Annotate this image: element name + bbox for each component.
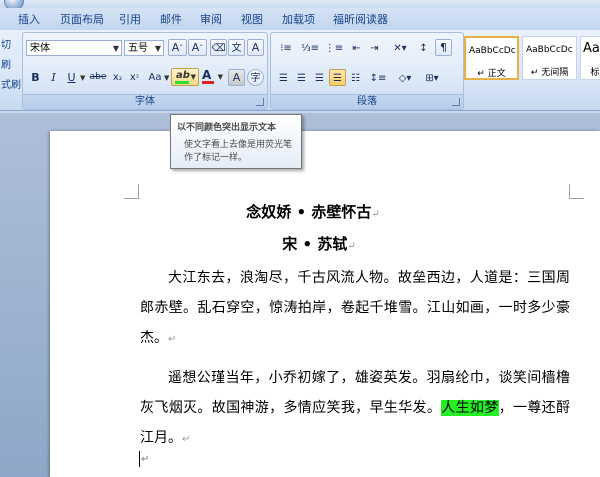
styles-gallery: AaBbCcDc ↵ 正文 AaBbCcDc ↵ 无间隔 AaB 标	[464, 34, 600, 94]
style-sample: AaBbCcDc	[469, 46, 516, 56]
asian-layout-icon[interactable]: ✕▾	[388, 39, 412, 56]
tooltip-title: 以不同颜色突出显示文本	[177, 123, 277, 133]
show-hide-marks-icon[interactable]: ¶	[435, 39, 452, 56]
phonetic-guide-icon[interactable]: 文	[228, 39, 245, 56]
font-color-bar	[202, 81, 214, 84]
strikethrough-icon[interactable]: abe	[88, 69, 108, 86]
underline-icon[interactable]: U	[63, 69, 80, 86]
increase-indent-icon[interactable]: ⇥	[366, 39, 383, 56]
character-border-icon[interactable]: A	[247, 39, 264, 56]
empty-paragraph-mark: ↵	[141, 454, 150, 465]
chevron-down-icon: ▼	[112, 44, 119, 53]
font-dialog-launcher-icon[interactable]	[256, 98, 264, 106]
tab-review[interactable]: 审阅	[200, 11, 222, 29]
font-size-value: 五号	[128, 43, 148, 54]
bullets-icon[interactable]: ⁝≡	[275, 39, 297, 56]
clear-formatting-icon[interactable]: ⌫	[210, 39, 227, 56]
tab-insert[interactable]: 插入	[18, 11, 40, 29]
subscript-icon[interactable]: x₂	[109, 69, 126, 86]
document-page[interactable]: 念奴娇 • 赤壁怀古↵ 宋 • 苏轼↵ 大江东去，浪淘尽，千古风流人物。故垒西边…	[50, 131, 600, 477]
style-sample: AaBbCcDc	[526, 45, 573, 55]
font-size-combo[interactable]: 五号 ▼	[124, 40, 164, 56]
style-sample: AaB	[583, 41, 600, 56]
clipboard-group: 切 刷 式刷	[0, 32, 21, 108]
poem-title[interactable]: 念奴娇 • 赤壁怀古↵	[38, 201, 588, 222]
crop-mark	[124, 184, 139, 199]
tab-page-layout[interactable]: 页面布局	[60, 11, 104, 29]
change-case-icon[interactable]: Aa	[145, 69, 165, 86]
title-bar	[0, 0, 600, 11]
paragraph-group-label: 段落	[271, 94, 463, 109]
ruler-separator	[0, 111, 600, 113]
justify-icon[interactable]: ☰	[329, 69, 346, 86]
highlight-color-bar	[175, 81, 189, 84]
chevron-down-icon: ▼	[190, 73, 196, 81]
highlight-tooltip: 以不同颜色突出显示文本 使文字看上去像是用荧光笔作了标记一样。	[170, 114, 302, 169]
chevron-down-icon: ▼	[154, 44, 161, 53]
text-highlight-button[interactable]: ab ▼	[171, 68, 199, 86]
font-name-combo[interactable]: 宋体 ▼	[26, 40, 122, 56]
borders-icon[interactable]: ⊞▾	[420, 69, 444, 86]
bold-icon[interactable]: B	[27, 69, 44, 86]
multilevel-list-icon[interactable]: ⋮≡	[323, 39, 345, 56]
word-window: 插入 页面布局 引用 邮件 审阅 视图 加载项 福昕阅读器 切 刷 式刷 字体 …	[0, 0, 600, 477]
tab-view[interactable]: 视图	[241, 11, 263, 29]
text-cursor	[139, 451, 140, 467]
style-name: ↵ 无间隔	[530, 68, 569, 78]
ribbon-tabs: 插入 页面布局 引用 邮件 审阅 视图 加载项 福昕阅读器	[0, 8, 600, 31]
font-name-value: 宋体	[30, 43, 50, 54]
enclose-characters-icon[interactable]: 字	[247, 69, 264, 86]
align-right-icon[interactable]: ☰	[311, 69, 328, 86]
shrink-font-icon[interactable]: Aˇ	[188, 39, 207, 56]
tab-references[interactable]: 引用	[119, 11, 141, 29]
line-spacing-icon[interactable]: ↕≡	[367, 69, 389, 86]
grow-font-icon[interactable]: Aˆ	[168, 39, 187, 56]
copy-label[interactable]: 刷	[1, 56, 11, 71]
decrease-indent-icon[interactable]: ⇤	[348, 39, 365, 56]
sort-icon[interactable]: ↕	[415, 39, 432, 56]
crop-mark	[569, 184, 584, 199]
align-left-icon[interactable]: ☰	[275, 69, 292, 86]
italic-icon[interactable]: I	[45, 69, 62, 86]
style-normal[interactable]: AaBbCcDc ↵ 正文	[464, 36, 519, 80]
paragraph-2[interactable]: 遥想公瑾当年，小乔初嫁了，雄姿英发。羽扇纶巾，谈笑间樯橹灰飞烟灭。故国神游，多情…	[140, 363, 570, 455]
character-shading-icon[interactable]: A	[228, 69, 245, 86]
distributed-icon[interactable]: ☷	[347, 69, 364, 86]
highlighted-text[interactable]: 人生如梦	[441, 400, 499, 416]
style-no-spacing[interactable]: AaBbCcDc ↵ 无间隔	[522, 36, 577, 80]
cut-label[interactable]: 切	[1, 36, 11, 51]
align-center-icon[interactable]: ☰	[293, 69, 310, 86]
font-group-label: 字体	[23, 94, 267, 109]
style-name: ↵ 正文	[477, 69, 506, 79]
paragraph-1[interactable]: 大江东去，浪淘尽，千古风流人物。故垒西边，人道是：三国周郎赤壁。乱石穿空，惊涛拍…	[140, 263, 570, 355]
paragraph-dialog-launcher-icon[interactable]	[452, 98, 460, 106]
tooltip-body: 使文字看上去像是用荧光笔作了标记一样。	[184, 140, 293, 163]
tab-add-ins[interactable]: 加载项	[282, 11, 315, 29]
numbering-icon[interactable]: ⅓≡	[299, 39, 321, 56]
font-color-icon: A	[202, 68, 212, 82]
change-case-dropdown-icon[interactable]: ▼	[164, 74, 169, 82]
underline-dropdown-icon[interactable]: ▼	[80, 74, 85, 82]
chevron-down-icon: ▼	[217, 73, 223, 81]
style-name: 标	[590, 68, 600, 78]
shading-icon[interactable]: ◇▾	[393, 69, 417, 86]
format-painter-label[interactable]: 式刷	[1, 76, 21, 91]
ribbon: 切 刷 式刷 字体 宋体 ▼ 五号 ▼ Aˆ Aˇ ⌫ 文 A B I U ▼ …	[0, 30, 600, 123]
superscript-icon[interactable]: x²	[126, 69, 143, 86]
highlighter-pen-icon: ab	[176, 70, 190, 81]
tab-mailings[interactable]: 邮件	[160, 11, 182, 29]
poem-author[interactable]: 宋 • 苏轼↵	[44, 233, 594, 254]
style-heading[interactable]: AaB 标	[580, 36, 600, 80]
font-color-button[interactable]: A ▼	[200, 68, 224, 86]
tab-foxit-reader[interactable]: 福昕阅读器	[333, 11, 388, 29]
